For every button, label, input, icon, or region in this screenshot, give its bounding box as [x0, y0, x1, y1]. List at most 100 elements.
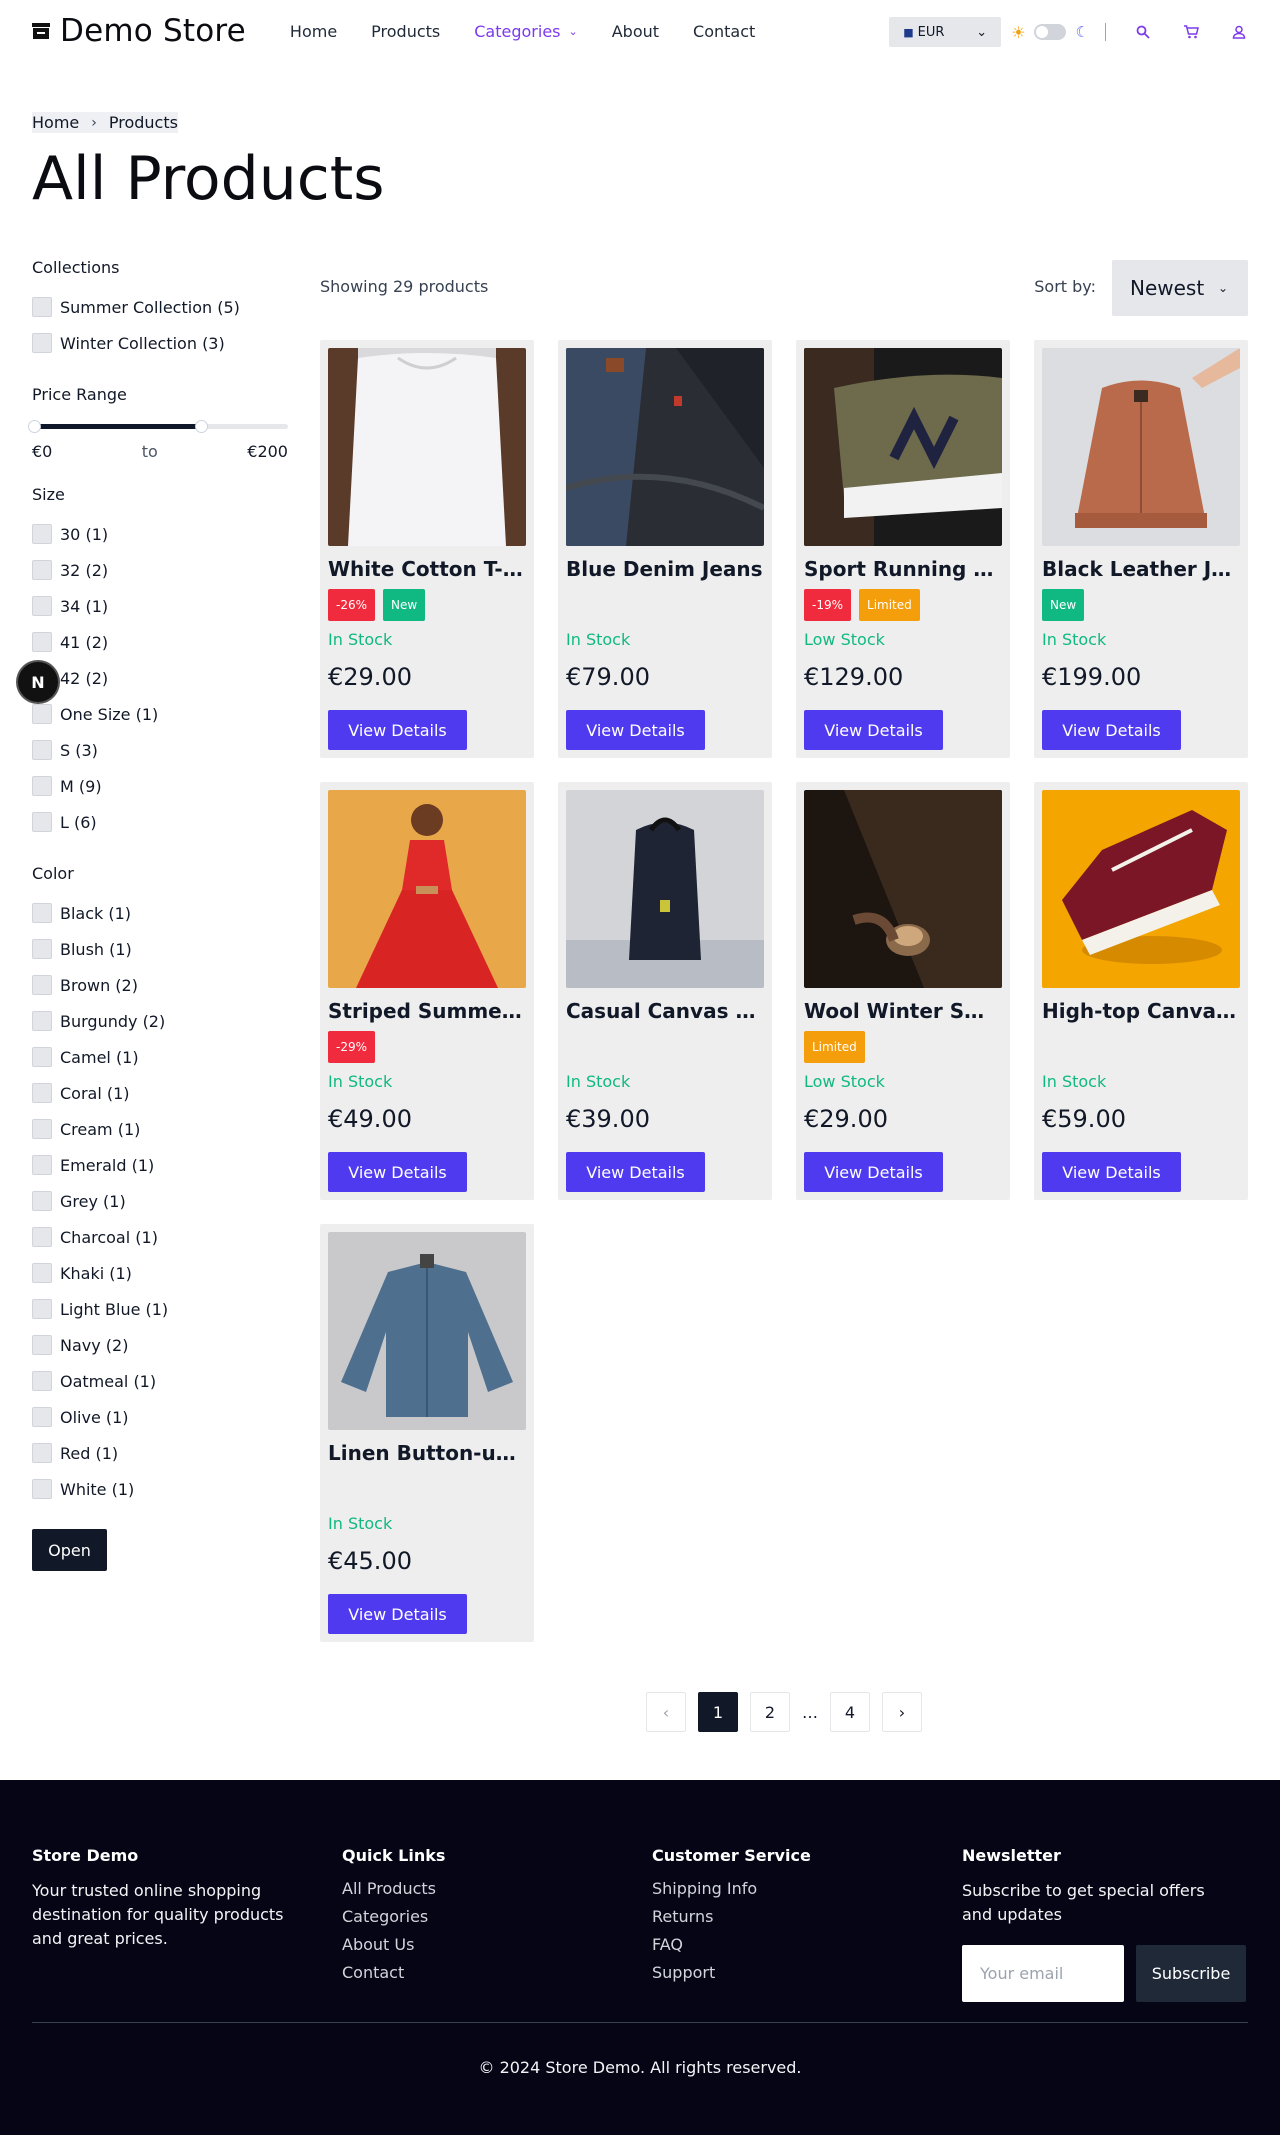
dev-tools-badge[interactable]: N	[18, 662, 58, 702]
view-details-button[interactable]: View Details	[328, 1594, 467, 1634]
color-filter-option[interactable]: Red (1)	[32, 1435, 288, 1471]
checkbox[interactable]	[32, 812, 52, 832]
product-card[interactable]: White Cotton T-Shirt -26%New In Stock €29.0…	[320, 340, 534, 758]
checkbox[interactable]	[32, 1083, 52, 1103]
product-image[interactable]	[328, 1232, 526, 1430]
checkbox[interactable]	[32, 975, 52, 995]
color-filter-option[interactable]: Cream (1)	[32, 1111, 288, 1147]
view-details-button[interactable]: View Details	[328, 1152, 467, 1192]
checkbox[interactable]	[32, 939, 52, 959]
product-name[interactable]: Sport Running Shoes	[804, 557, 1002, 581]
page-button[interactable]: 1	[698, 1692, 738, 1732]
page-button[interactable]: 2	[750, 1692, 790, 1732]
checkbox[interactable]	[32, 1299, 52, 1319]
checkbox[interactable]	[32, 632, 52, 652]
checkbox[interactable]	[32, 740, 52, 760]
product-card[interactable]: Blue Denim Jeans In Stock €79.00 View Detai…	[558, 340, 772, 758]
product-card[interactable]: Striped Summer Dress -29% In Stock €49.00 Vi…	[320, 782, 534, 1200]
nav-products[interactable]: Products	[371, 22, 440, 41]
color-filter-option[interactable]: White (1)	[32, 1471, 288, 1507]
size-filter-option[interactable]: One Size (1)	[32, 696, 288, 732]
size-filter-option[interactable]: 41 (2)	[32, 624, 288, 660]
user-icon[interactable]	[1228, 21, 1250, 43]
color-filter-option[interactable]: Khaki (1)	[32, 1255, 288, 1291]
color-filter-option[interactable]: Olive (1)	[32, 1399, 288, 1435]
color-filter-option[interactable]: Black (1)	[32, 895, 288, 931]
color-filter-option[interactable]: Oatmeal (1)	[32, 1363, 288, 1399]
color-filter-option[interactable]: Camel (1)	[32, 1039, 288, 1075]
product-card[interactable]: Wool Winter Sweater Limited Low Stock €29.0…	[796, 782, 1010, 1200]
color-filter-option[interactable]: Navy (2)	[32, 1327, 288, 1363]
currency-select[interactable]: ■ EUR ⌄	[889, 17, 1002, 47]
product-name[interactable]: Black Leather Jacket	[1042, 557, 1240, 581]
product-name[interactable]: Striped Summer Dress	[328, 999, 526, 1023]
checkbox[interactable]	[32, 776, 52, 796]
size-filter-option[interactable]: 30 (1)	[32, 516, 288, 552]
footer-link[interactable]: Categories	[342, 1907, 652, 1935]
price-slider[interactable]	[28, 416, 288, 436]
color-filter-option[interactable]: Brown (2)	[32, 967, 288, 1003]
view-details-button[interactable]: View Details	[328, 710, 467, 750]
product-image[interactable]	[804, 348, 1002, 546]
checkbox[interactable]	[32, 524, 52, 544]
product-card[interactable]: Black Leather Jacket New In Stock €199.00 Vi…	[1034, 340, 1248, 758]
breadcrumb-home[interactable]: Home	[32, 113, 79, 132]
product-image[interactable]	[566, 790, 764, 988]
page-button[interactable]: 4	[830, 1692, 870, 1732]
color-filter-option[interactable]: Coral (1)	[32, 1075, 288, 1111]
product-name[interactable]: White Cotton T-Shirt	[328, 557, 526, 581]
view-details-button[interactable]: View Details	[566, 710, 705, 750]
checkbox[interactable]	[32, 903, 52, 923]
prev-page-button[interactable]: ‹	[646, 1692, 686, 1732]
open-button[interactable]: Open	[32, 1529, 107, 1571]
email-input[interactable]	[962, 1945, 1124, 2002]
checkbox[interactable]	[32, 560, 52, 580]
footer-link[interactable]: Support	[652, 1963, 962, 1991]
color-filter-option[interactable]: Charcoal (1)	[32, 1219, 288, 1255]
product-card[interactable]: Sport Running Shoes -19%Limited Low Stock €…	[796, 340, 1010, 758]
nav-contact[interactable]: Contact	[693, 22, 755, 41]
size-filter-option[interactable]: 32 (2)	[32, 552, 288, 588]
checkbox[interactable]	[32, 297, 52, 317]
product-name[interactable]: Blue Denim Jeans	[566, 557, 764, 581]
checkbox[interactable]	[32, 1263, 52, 1283]
product-image[interactable]	[1042, 790, 1240, 988]
collection-filter-option[interactable]: Winter Collection (3)	[32, 325, 288, 361]
product-image[interactable]	[566, 348, 764, 546]
footer-link[interactable]: Returns	[652, 1907, 962, 1935]
product-image[interactable]	[1042, 348, 1240, 546]
checkbox[interactable]	[32, 1119, 52, 1139]
nav-categories[interactable]: Categories ⌄	[474, 22, 577, 41]
checkbox[interactable]	[32, 1047, 52, 1067]
slider-max-handle[interactable]	[194, 420, 208, 433]
checkbox[interactable]	[32, 1407, 52, 1427]
checkbox[interactable]	[32, 704, 52, 724]
view-details-button[interactable]: View Details	[1042, 1152, 1181, 1192]
size-filter-option[interactable]: 42 (2)	[32, 660, 288, 696]
checkbox[interactable]	[32, 1227, 52, 1247]
product-card[interactable]: Casual Canvas Backpack In Stock €39.00 View…	[558, 782, 772, 1200]
logo[interactable]: Demo Store	[32, 13, 246, 49]
footer-link[interactable]: Shipping Info	[652, 1879, 962, 1907]
product-image[interactable]	[804, 790, 1002, 988]
next-page-button[interactable]: ›	[882, 1692, 922, 1732]
view-details-button[interactable]: View Details	[566, 1152, 705, 1192]
checkbox[interactable]	[32, 1371, 52, 1391]
nav-home[interactable]: Home	[290, 22, 337, 41]
size-filter-option[interactable]: S (3)	[32, 732, 288, 768]
product-image[interactable]	[328, 348, 526, 546]
view-details-button[interactable]: View Details	[804, 1152, 943, 1192]
footer-link[interactable]: Contact	[342, 1963, 652, 1991]
collection-filter-option[interactable]: Summer Collection (5)	[32, 289, 288, 325]
checkbox[interactable]	[32, 1479, 52, 1499]
color-filter-option[interactable]: Emerald (1)	[32, 1147, 288, 1183]
color-filter-option[interactable]: Light Blue (1)	[32, 1291, 288, 1327]
product-name[interactable]: Wool Winter Sweater	[804, 999, 1002, 1023]
breadcrumb-products[interactable]: Products	[109, 113, 178, 132]
color-filter-option[interactable]: Grey (1)	[32, 1183, 288, 1219]
nav-about[interactable]: About	[612, 22, 659, 41]
product-card[interactable]: Linen Button-up Shirt In Stock €45.00 View …	[320, 1224, 534, 1642]
footer-link[interactable]: FAQ	[652, 1935, 962, 1963]
product-name[interactable]: Casual Canvas Backpack	[566, 999, 764, 1023]
color-filter-option[interactable]: Blush (1)	[32, 931, 288, 967]
